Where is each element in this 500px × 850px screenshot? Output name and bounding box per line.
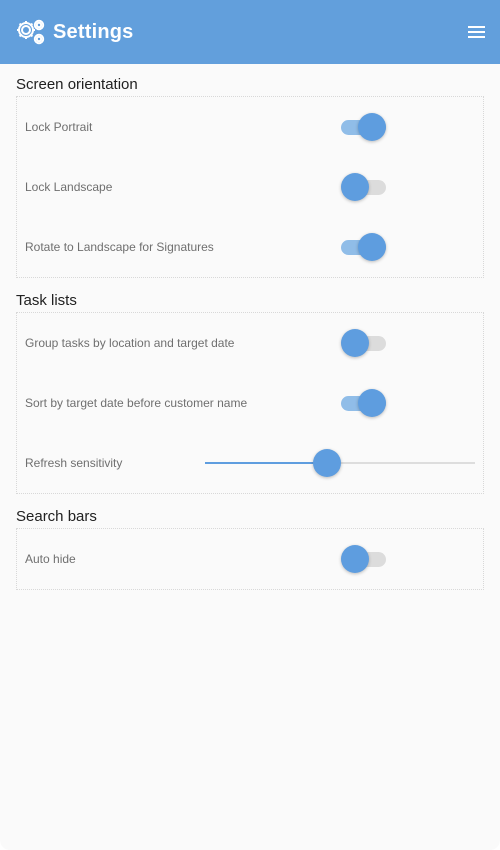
setting-label: Rotate to Landscape for Signatures <box>25 240 214 254</box>
section-screen-orientation: Lock Portrait Lock Landscape Rotate to L… <box>16 96 484 278</box>
setting-label: Group tasks by location and target date <box>25 336 235 350</box>
toggle-knob <box>341 545 369 573</box>
section-title-task-lists: Task lists <box>16 292 77 309</box>
setting-label: Auto hide <box>25 552 76 566</box>
setting-label: Lock Landscape <box>25 180 113 194</box>
section-task-lists: Group tasks by location and target date … <box>16 312 484 494</box>
toggle-knob <box>341 329 369 357</box>
page-title: Settings <box>53 20 134 43</box>
setting-row-auto-hide: Auto hide <box>17 529 483 589</box>
refresh-sensitivity-slider[interactable] <box>205 448 475 478</box>
settings-content: Screen orientation Lock Portrait Lock La… <box>0 64 500 590</box>
toggle-knob <box>358 113 386 141</box>
lock-landscape-toggle[interactable] <box>341 171 387 203</box>
setting-row-lock-landscape: Lock Landscape <box>17 157 483 217</box>
rotate-signatures-toggle[interactable] <box>341 231 387 263</box>
setting-row-rotate-signatures: Rotate to Landscape for Signatures <box>17 217 483 277</box>
lock-portrait-toggle[interactable] <box>341 111 387 143</box>
setting-row-refresh-sensitivity: Refresh sensitivity <box>17 433 483 493</box>
setting-row-group-tasks: Group tasks by location and target date <box>17 313 483 373</box>
app-header: Settings <box>0 0 500 64</box>
settings-screen: Settings Screen orientation Lock Portrai… <box>0 0 500 850</box>
setting-row-lock-portrait: Lock Portrait <box>17 97 483 157</box>
setting-label: Sort by target date before customer name <box>25 396 248 410</box>
hamburger-menu-icon[interactable] <box>465 22 485 42</box>
setting-label: Lock Portrait <box>25 120 93 134</box>
auto-hide-toggle[interactable] <box>341 543 387 575</box>
sort-target-date-toggle[interactable] <box>341 387 387 419</box>
toggle-knob <box>341 173 369 201</box>
header-title-group: Settings <box>15 18 134 46</box>
toggle-knob <box>358 389 386 417</box>
section-search-bars: Auto hide <box>16 528 484 590</box>
setting-label: Refresh sensitivity <box>25 456 123 470</box>
settings-gears-icon <box>15 18 47 46</box>
group-tasks-toggle[interactable] <box>341 327 387 359</box>
setting-row-sort-target-date: Sort by target date before customer name <box>17 373 483 433</box>
slider-thumb[interactable] <box>313 449 341 477</box>
slider-fill <box>205 462 327 464</box>
toggle-knob <box>358 233 386 261</box>
section-title-search-bars: Search bars <box>16 508 97 525</box>
section-title-screen-orientation: Screen orientation <box>16 76 138 93</box>
